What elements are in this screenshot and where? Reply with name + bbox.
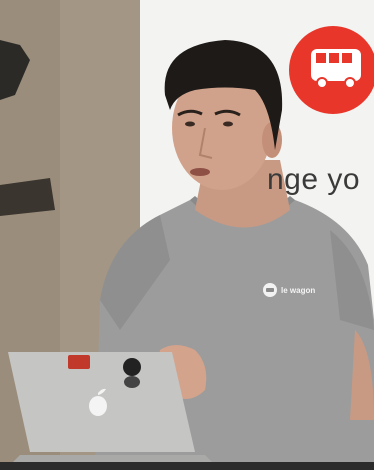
mouth bbox=[190, 168, 210, 176]
red-badge-sticker bbox=[68, 355, 90, 369]
shirt-logo-text: le wagon bbox=[281, 285, 316, 295]
bus-icon bbox=[289, 26, 374, 114]
wagon-icon bbox=[263, 283, 277, 297]
banner-text: nge yo bbox=[267, 163, 361, 196]
eye-right bbox=[223, 121, 233, 127]
octocat-sticker bbox=[123, 358, 141, 388]
eye-left bbox=[185, 121, 195, 127]
photo-frame: nge yo le wagon bbox=[0, 0, 374, 470]
table-edge bbox=[0, 462, 374, 470]
shirt-logo: le wagon bbox=[263, 283, 315, 297]
scene bbox=[0, 0, 374, 470]
